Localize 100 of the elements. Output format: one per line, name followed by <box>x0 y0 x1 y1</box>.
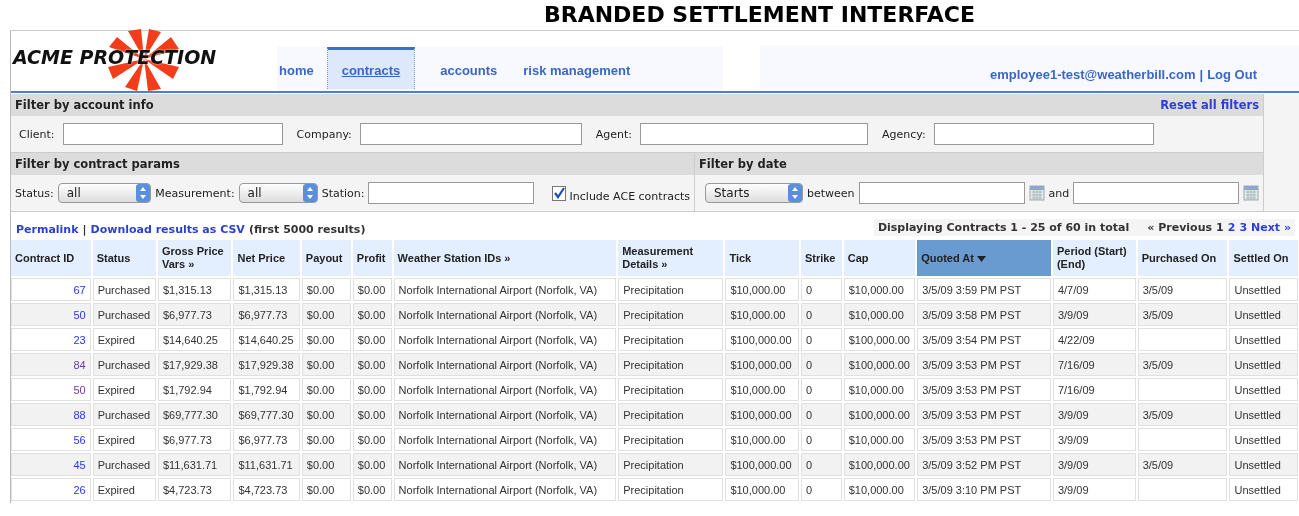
table-cell: 7/16/09 <box>1052 353 1136 376</box>
table-cell: 3/5/09 3:58 PM PST <box>917 303 1051 326</box>
status-select[interactable]: all <box>57 183 152 203</box>
table-cell: 3/5/09 <box>1137 303 1228 326</box>
filter-field[interactable] <box>359 123 582 145</box>
table-cell: Norfolk International Airport (Norfolk, VA) <box>393 453 617 476</box>
field-label: Agency: <box>882 127 926 141</box>
table-cell: $100,000.00 <box>843 328 916 351</box>
table-cell: $0.00 <box>301 428 351 451</box>
filter-field[interactable] <box>933 123 1154 145</box>
column-header[interactable]: Cap <box>843 240 916 276</box>
table-cell: 0 <box>800 378 842 401</box>
column-header[interactable]: Tick <box>725 240 799 276</box>
column-header[interactable]: Net Price <box>233 240 300 276</box>
table-cell: Unsettled <box>1229 353 1298 376</box>
column-header[interactable]: Period (Start) (End) <box>1052 240 1136 276</box>
stepper-icon <box>302 184 317 202</box>
table-cell: $4,723.73 <box>157 478 232 501</box>
field-label: Status: <box>15 186 54 200</box>
table-cell: $100,000.00 <box>725 453 799 476</box>
calendar-icon[interactable] <box>1243 185 1260 201</box>
reset-filters-link[interactable]: Reset all filters <box>1160 98 1259 112</box>
column-header[interactable]: Contract ID <box>11 240 91 276</box>
pagination-link[interactable]: 3 <box>1239 221 1248 234</box>
permalink-link[interactable]: Permalink <box>16 223 79 236</box>
table-cell: $4,723.73 <box>233 478 300 501</box>
table-cell: Precipitation <box>618 428 724 451</box>
column-header[interactable]: Measurement Details » <box>618 240 724 276</box>
calendar-icon[interactable] <box>1028 185 1045 201</box>
table-cell: Norfolk International Airport (Norfolk, VA) <box>393 478 617 501</box>
nav-tab[interactable]: risk management <box>510 47 644 89</box>
table-cell: Precipitation <box>618 278 724 301</box>
contract-id-link[interactable]: 56 <box>73 433 86 446</box>
table-cell: 0 <box>800 303 842 326</box>
table-cell: 0 <box>800 278 842 301</box>
table-cell: Precipitation <box>618 353 724 376</box>
filter-field[interactable] <box>62 123 283 145</box>
user-email-link[interactable]: employee1-test@weatherbill.com <box>989 67 1196 82</box>
nav-tab[interactable]: accounts <box>427 47 511 89</box>
table-cell: 3/5/09 3:10 PM PST <box>917 478 1051 501</box>
table-cell: Precipitation <box>618 403 724 426</box>
column-header[interactable]: Strike <box>800 240 842 276</box>
station-field[interactable] <box>368 182 535 204</box>
table-cell: 0 <box>800 428 842 451</box>
pagination-text: « Previous <box>1147 221 1213 234</box>
table-cell: $0.00 <box>352 303 392 326</box>
table-cell: Purchased <box>92 303 156 326</box>
table-cell: 3/5/09 <box>1137 353 1228 376</box>
table-cell: Unsettled <box>1229 278 1298 301</box>
end-date-field[interactable] <box>1073 182 1240 204</box>
filter-field[interactable] <box>640 123 869 145</box>
start-date-field[interactable] <box>858 182 1025 204</box>
contract-id-link[interactable]: 67 <box>73 283 86 296</box>
column-header[interactable]: Quoted At <box>917 240 1051 276</box>
results-summary: Displaying Contracts 1 - 25 of 60 in total <box>877 221 1130 234</box>
table-cell: Expired <box>92 478 156 501</box>
column-header[interactable]: Gross Price Vars » <box>157 240 232 276</box>
table-cell: Unsettled <box>1229 378 1298 401</box>
table-cell: $6,977.73 <box>157 303 232 326</box>
pagination-link[interactable]: Next » <box>1251 221 1291 234</box>
table-cell: $10,000.00 <box>725 303 799 326</box>
contract-id-link[interactable]: 45 <box>73 458 86 471</box>
stepper-icon <box>136 184 151 202</box>
column-header[interactable]: Profit <box>352 240 392 276</box>
table-cell: $0.00 <box>352 453 392 476</box>
table-cell: $69,777.30 <box>233 403 300 426</box>
field-label: Company: <box>296 127 352 141</box>
table-cell: $100,000.00 <box>725 403 799 426</box>
nav-tab[interactable]: home <box>277 47 327 89</box>
table-cell: Precipitation <box>618 328 724 351</box>
table-cell: $17,929.38 <box>157 353 232 376</box>
contract-id-link[interactable]: 88 <box>73 408 86 421</box>
contract-id-link[interactable]: 26 <box>73 483 86 496</box>
table-cell: $6,977.73 <box>233 303 300 326</box>
column-header[interactable]: Payout <box>301 240 351 276</box>
section-title: Filter by account info <box>15 98 154 112</box>
pagination-link[interactable]: 2 <box>1227 221 1236 234</box>
contract-id-link[interactable]: 50 <box>73 308 86 321</box>
table-cell: Precipitation <box>618 478 724 501</box>
table-cell: 0 <box>800 478 842 501</box>
table-cell: Unsettled <box>1229 428 1298 451</box>
column-header[interactable]: Purchased On <box>1137 240 1228 276</box>
column-header[interactable]: Status <box>92 240 156 276</box>
measurement-select[interactable]: all <box>238 183 318 203</box>
nav-tab[interactable]: contracts <box>326 47 416 89</box>
date-mode-select[interactable]: Starts <box>705 183 803 203</box>
table-cell: 3/9/09 <box>1052 428 1136 451</box>
download-csv-link[interactable]: Download results as CSV <box>90 223 245 236</box>
contract-id-link[interactable]: 23 <box>73 333 86 346</box>
logout-link[interactable]: Log Out <box>1207 67 1257 82</box>
table-cell: Purchased <box>92 453 156 476</box>
contract-id-link[interactable]: 50 <box>73 383 86 396</box>
section-title: Filter by date <box>699 157 787 171</box>
include-checkbox[interactable] <box>551 185 566 201</box>
column-header[interactable]: Weather Station IDs » <box>393 240 617 276</box>
table-cell: $10,000.00 <box>725 378 799 401</box>
table-cell: $100,000.00 <box>725 328 799 351</box>
contract-id-link[interactable]: 84 <box>73 358 86 371</box>
column-header[interactable]: Settled On <box>1229 240 1298 276</box>
section-title: Filter by contract params <box>15 157 180 171</box>
